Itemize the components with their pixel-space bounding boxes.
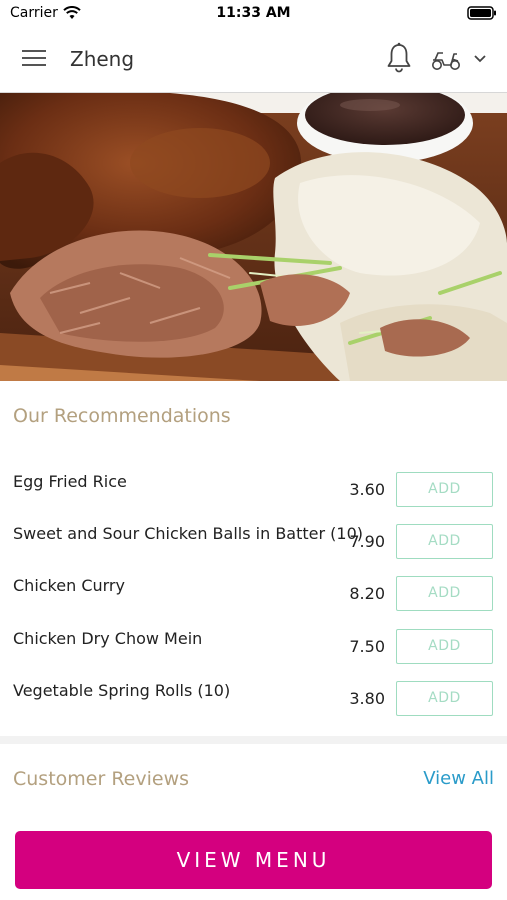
- app-header: Zheng: [0, 28, 507, 93]
- list-item: Egg Fried Rice 3.60 ADD: [0, 472, 507, 524]
- chevron-down-icon[interactable]: [472, 52, 488, 66]
- status-bar: Carrier 11:33 AM: [0, 0, 507, 28]
- list-item: Vegetable Spring Rolls (10) 3.80 ADD: [0, 681, 507, 733]
- delivery-scooter-icon[interactable]: [430, 46, 462, 72]
- item-price: 7.50: [349, 637, 385, 656]
- add-button[interactable]: ADD: [396, 524, 493, 559]
- item-name: Egg Fried Rice: [13, 472, 127, 491]
- battery-icon: [467, 6, 496, 20]
- restaurant-title: Zheng: [70, 47, 135, 71]
- recommendations-heading: Our Recommendations: [13, 405, 231, 427]
- add-button[interactable]: ADD: [396, 472, 493, 507]
- item-price: 7.90: [349, 532, 385, 551]
- bell-icon[interactable]: [385, 42, 413, 74]
- list-item: Chicken Dry Chow Mein 7.50 ADD: [0, 629, 507, 681]
- reviews-heading: Customer Reviews: [13, 768, 190, 790]
- list-item: Chicken Curry 8.20 ADD: [0, 576, 507, 628]
- hamburger-menu-icon[interactable]: [22, 48, 48, 68]
- add-button[interactable]: ADD: [396, 576, 493, 611]
- item-name: Sweet and Sour Chicken Balls in Batter (…: [13, 524, 363, 543]
- add-button[interactable]: ADD: [396, 629, 493, 664]
- item-name: Chicken Dry Chow Mein: [13, 629, 203, 648]
- view-menu-button[interactable]: VIEW MENU: [15, 831, 492, 889]
- item-price: 3.60: [349, 480, 385, 499]
- section-divider: [0, 736, 507, 744]
- clock: 11:33 AM: [216, 5, 291, 21]
- item-name: Chicken Curry: [13, 576, 125, 595]
- list-item: Sweet and Sour Chicken Balls in Batter (…: [0, 524, 507, 576]
- item-price: 8.20: [349, 584, 385, 603]
- view-all-reviews-link[interactable]: View All: [423, 768, 494, 789]
- add-button[interactable]: ADD: [396, 681, 493, 716]
- item-name: Vegetable Spring Rolls (10): [13, 681, 231, 700]
- hero-food-image: [0, 93, 507, 381]
- item-price: 3.80: [349, 689, 385, 708]
